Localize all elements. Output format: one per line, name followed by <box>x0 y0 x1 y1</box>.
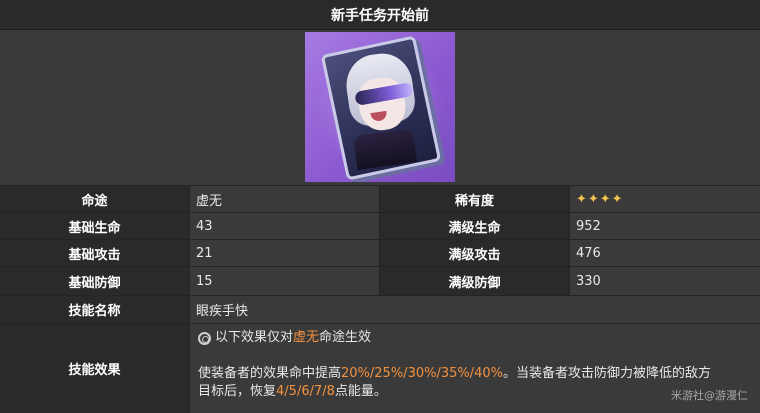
effect-description: 使装备者的效果命中提高20%/25%/30%/35%/40%。当装备者攻击防御力… <box>198 365 752 401</box>
base-hp-label: 基础生命 <box>0 213 190 239</box>
max-atk-label: 满级攻击 <box>380 240 570 266</box>
effect-text-2: 。当装备者攻击防御力被降低的敌方 <box>503 366 712 381</box>
base-def-label: 基础防御 <box>0 267 190 295</box>
light-cone-card-image <box>305 32 455 182</box>
rarity-stars: ✦✦✦✦ <box>570 186 760 212</box>
rarity-label: 稀有度 <box>380 186 570 212</box>
skill-name-label: 技能名称 <box>0 296 190 323</box>
skill-name-value: 眼疾手快 <box>190 296 760 323</box>
base-def-value: 15 <box>190 267 380 295</box>
effect-values-1: 20%/25%/30%/35%/40% <box>341 366 504 381</box>
max-hp-label: 满级生命 <box>380 213 570 239</box>
nihility-path-icon <box>198 331 211 345</box>
path-rarity-row: 命途 虚无 稀有度 ✦✦✦✦ <box>0 186 760 213</box>
max-atk-value: 476 <box>570 240 760 266</box>
page-title: 新手任务开始前 <box>0 0 760 30</box>
effect-text-3: 目标后，恢复 <box>198 384 277 399</box>
max-def-label: 满级防御 <box>380 267 570 295</box>
image-area <box>0 30 760 186</box>
max-hp-value: 952 <box>570 213 760 239</box>
stat-row-atk: 基础攻击 21 满级攻击 476 <box>0 240 760 267</box>
stat-row-hp: 基础生命 43 满级生命 952 <box>0 213 760 240</box>
path-value: 虚无 <box>190 186 380 212</box>
stat-row-def: 基础防御 15 满级防御 330 <box>0 267 760 296</box>
path-prefix: 以下效果仅对 <box>215 330 294 345</box>
skill-name-row: 技能名称 眼疾手快 <box>0 296 760 324</box>
path-name-highlight: 虚无 <box>293 330 320 345</box>
path-label: 命途 <box>0 186 190 212</box>
base-hp-value: 43 <box>190 213 380 239</box>
watermark: 米游社@游漫仁 <box>671 389 748 402</box>
effect-values-2: 4/5/6/7/8 <box>276 384 335 399</box>
path-restriction: 以下效果仅对 虚无 命途生效 <box>198 329 752 347</box>
star-icon: ✦✦✦✦ <box>576 191 624 207</box>
base-atk-label: 基础攻击 <box>0 240 190 266</box>
effect-text-4: 点能量。 <box>334 384 387 399</box>
base-atk-value: 21 <box>190 240 380 266</box>
skill-effect-row: 技能效果 以下效果仅对 虚无 命途生效 使装备者的效果命中提高20%/25%/30%… <box>0 324 760 413</box>
page-title-text: 新手任务开始前 <box>331 7 429 24</box>
effect-text-1: 使装备者的效果命中提高 <box>198 366 342 381</box>
path-suffix: 命途生效 <box>319 330 372 345</box>
skill-effect-label: 技能效果 <box>0 324 190 413</box>
max-def-value: 330 <box>570 267 760 295</box>
